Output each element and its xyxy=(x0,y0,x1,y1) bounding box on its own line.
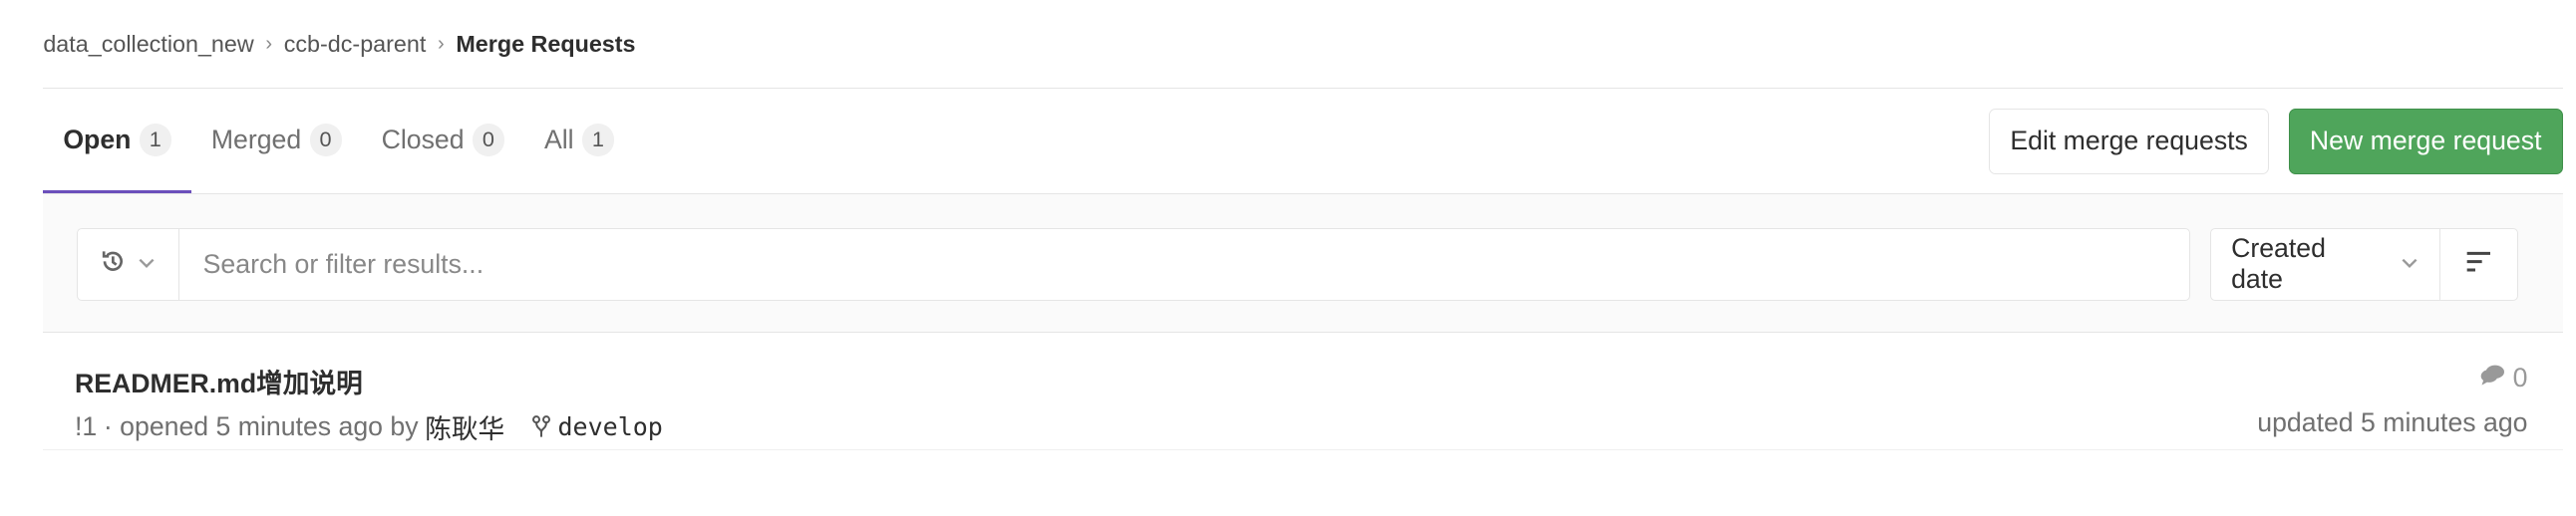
recent-searches-button[interactable] xyxy=(78,228,180,301)
actions: Edit merge requests New merge request xyxy=(1989,89,2563,193)
tab-label: Open xyxy=(63,124,132,154)
comments-icon xyxy=(2479,363,2506,393)
tabs-bar: Open 1 Merged 0 Closed 0 All 1 Edit merg… xyxy=(43,89,2563,194)
history-icon xyxy=(100,248,127,282)
breadcrumb-current[interactable]: Merge Requests xyxy=(456,31,635,58)
branch-icon xyxy=(531,415,551,438)
merge-request-title[interactable]: READMER.md增加说明 xyxy=(75,362,363,400)
edit-merge-requests-button[interactable]: Edit merge requests xyxy=(1989,108,2269,175)
filtered-search-box xyxy=(76,227,2191,302)
count-badge: 0 xyxy=(309,124,342,156)
merge-request-ref: !1 xyxy=(75,411,98,442)
comments-count[interactable]: 0 xyxy=(2479,363,2528,393)
comments-number: 0 xyxy=(2512,363,2528,393)
sort-dropdown[interactable]: Created date xyxy=(2211,228,2441,301)
tab-label: Merged xyxy=(210,124,302,154)
sort-direction-button[interactable] xyxy=(2440,229,2517,300)
sort-lines-icon xyxy=(2465,249,2492,280)
chevron-right-icon: › xyxy=(438,32,445,55)
chevron-right-icon: › xyxy=(265,32,273,55)
merge-request-meta: !1 · opened 5 minutes ago by 陈耿华 develop xyxy=(75,407,663,446)
chevron-down-icon xyxy=(137,249,157,280)
sort-group: Created date xyxy=(2210,227,2518,302)
new-merge-request-button[interactable]: New merge request xyxy=(2288,108,2563,175)
opened-text: · opened 5 minutes ago by xyxy=(103,411,419,442)
sort-label: Created date xyxy=(2231,233,2326,295)
count-badge: 0 xyxy=(472,124,504,156)
chevron-down-icon xyxy=(2400,249,2419,280)
search-input[interactable] xyxy=(179,228,2190,301)
count-badge: 1 xyxy=(581,124,614,156)
target-branch[interactable]: develop xyxy=(558,412,663,441)
tab-closed[interactable]: Closed 0 xyxy=(362,89,524,193)
tab-merged[interactable]: Merged 0 xyxy=(191,89,362,193)
breadcrumb-group[interactable]: data_collection_new xyxy=(43,31,253,58)
breadcrumb-project[interactable]: ccb-dc-parent xyxy=(284,31,427,58)
tab-open[interactable]: Open 1 xyxy=(43,89,191,194)
author-link[interactable]: 陈耿华 xyxy=(425,407,504,446)
state-tabs: Open 1 Merged 0 Closed 0 All 1 xyxy=(43,89,634,194)
updated-time: updated 5 minutes ago xyxy=(2257,407,2528,438)
merge-request-item: READMER.md增加说明 !1 · opened 5 minutes ago… xyxy=(43,333,2563,451)
filter-bar: Created date xyxy=(43,193,2563,334)
tab-all[interactable]: All 1 xyxy=(524,89,634,193)
breadcrumb: data_collection_new › ccb-dc-parent › Me… xyxy=(43,0,2563,90)
tab-label: Closed xyxy=(381,124,465,154)
tab-label: All xyxy=(543,124,574,154)
count-badge: 1 xyxy=(139,124,171,156)
